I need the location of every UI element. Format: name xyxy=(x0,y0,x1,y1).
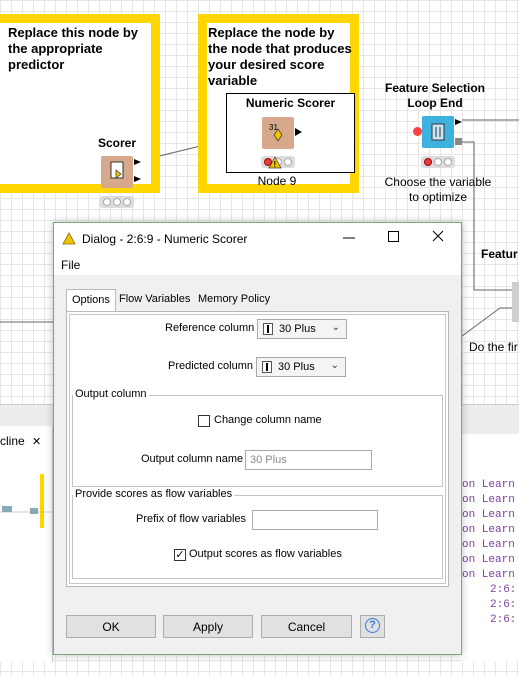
change-column-name-label: Change column name xyxy=(214,414,322,426)
close-icon[interactable] xyxy=(431,227,445,245)
predicted-column-label: Predicted column xyxy=(168,360,253,372)
loop-end-icon xyxy=(431,123,445,141)
predicted-column-select[interactable]: 30 Plus ⌄ xyxy=(256,357,346,377)
reference-column-label: Reference column xyxy=(165,322,255,334)
dialog-titlebar[interactable]: Dialog - 2:6:9 - Numeric Scorer xyxy=(54,223,461,255)
console-line: on Learn xyxy=(462,479,515,491)
console-line: on Learn xyxy=(462,509,515,521)
predicted-column-value: 30 Plus xyxy=(278,361,315,373)
menu-file[interactable]: File xyxy=(61,258,80,272)
column-type-icon xyxy=(262,361,272,373)
close-icon[interactable]: ✕ xyxy=(32,436,41,448)
outline-minimap xyxy=(0,472,53,532)
help-icon: ? xyxy=(365,618,380,633)
svg-text:!: ! xyxy=(274,160,277,169)
console-line: on Learn xyxy=(462,569,515,581)
flow-variables-group xyxy=(72,495,443,579)
numeric-scorer-port xyxy=(295,128,302,136)
annotation-text-score: Replace the node by the node that produc… xyxy=(208,25,352,88)
tab-memory-policy[interactable]: Memory Policy xyxy=(193,289,275,311)
numeric-scorer-node[interactable]: 31 xyxy=(262,117,294,149)
console-line: on Learn xyxy=(462,524,515,536)
scorer-ports xyxy=(134,159,141,182)
numeric-scorer-dialog: Dialog - 2:6:9 - Numeric Scorer File Opt… xyxy=(53,222,462,655)
tab-flow-variables[interactable]: Flow Variables xyxy=(114,289,195,311)
output-column-group-title: Output column xyxy=(73,388,149,400)
fs-loop-end-node[interactable] xyxy=(422,116,454,148)
numeric-scorer-node-title: Numeric Scorer xyxy=(245,96,336,110)
fs-caption-line2: to optimize xyxy=(408,190,468,204)
output-scores-checkbox[interactable]: ✓ xyxy=(174,549,186,561)
fs-loop-end-status-indicator xyxy=(421,156,455,168)
scorer-status-indicator xyxy=(100,196,134,208)
chevron-down-icon: ⌄ xyxy=(330,360,339,371)
numeric-scorer-node-label: Node 9 xyxy=(257,174,297,188)
output-column-name-input[interactable]: 30 Plus xyxy=(245,450,372,470)
ok-button[interactable]: OK xyxy=(66,615,156,638)
column-type-icon xyxy=(263,323,273,335)
outline-tab[interactable]: cline ✕ xyxy=(0,434,41,452)
console-line: 2:6: xyxy=(490,599,517,611)
reference-column-value: 30 Plus xyxy=(279,323,316,335)
console-line: on Learn xyxy=(462,539,515,551)
tab-options[interactable]: Options xyxy=(66,289,116,312)
change-column-name-checkbox[interactable] xyxy=(198,415,210,427)
numeric-scorer-icon: 31 xyxy=(269,123,283,142)
reference-column-select[interactable]: 30 Plus ⌄ xyxy=(257,319,347,339)
dialog-menubar: File xyxy=(54,255,461,275)
fs-loop-end-title-line2: Loop End xyxy=(407,96,463,110)
console-line: on Learn xyxy=(462,554,515,566)
knime-warning-icon xyxy=(62,232,76,245)
minimize-icon[interactable] xyxy=(342,227,356,245)
output-column-group xyxy=(72,395,443,487)
cancel-button[interactable]: Cancel xyxy=(261,615,352,638)
chevron-down-icon: ⌄ xyxy=(331,322,340,333)
output-column-name-label: Output column name xyxy=(141,453,244,465)
scorer-icon xyxy=(110,161,124,179)
outline-panel xyxy=(0,426,53,662)
feature-node-partial[interactable] xyxy=(512,282,519,322)
apply-button[interactable]: Apply xyxy=(163,615,253,638)
fs-loop-end-ports xyxy=(455,119,462,145)
console-line: 2:6: xyxy=(490,584,517,596)
console-line: 2:6: xyxy=(490,614,517,626)
dialog-title: Dialog - 2:6:9 - Numeric Scorer xyxy=(82,232,248,246)
output-scores-label: Output scores as flow variables xyxy=(189,548,342,560)
scorer-node[interactable] xyxy=(101,156,133,188)
maximize-icon[interactable] xyxy=(387,227,401,245)
outline-tab-label: cline xyxy=(0,434,25,448)
fs-loop-end-flow-port xyxy=(413,127,422,136)
do-first-label-partial: Do the fir xyxy=(469,340,518,354)
fs-caption-line1: Choose the variable xyxy=(384,175,492,189)
feature-node-title-partial: Featur xyxy=(481,247,518,261)
flow-variables-group-title: Provide scores as flow variables xyxy=(73,488,235,500)
warning-icon: ! xyxy=(268,156,282,169)
prefix-label: Prefix of flow variables xyxy=(136,513,247,525)
prefix-input[interactable] xyxy=(252,510,378,530)
help-button[interactable]: ? xyxy=(360,615,385,638)
console-line: on Learn xyxy=(462,494,515,506)
options-panel: Reference column 30 Plus ⌄ Predicted col… xyxy=(66,311,449,587)
scorer-node-title: Scorer xyxy=(97,136,137,150)
annotation-text-predictor: Replace this node by the appropriate pre… xyxy=(8,25,139,72)
fs-loop-end-title-line1: Feature Selection xyxy=(384,81,486,95)
